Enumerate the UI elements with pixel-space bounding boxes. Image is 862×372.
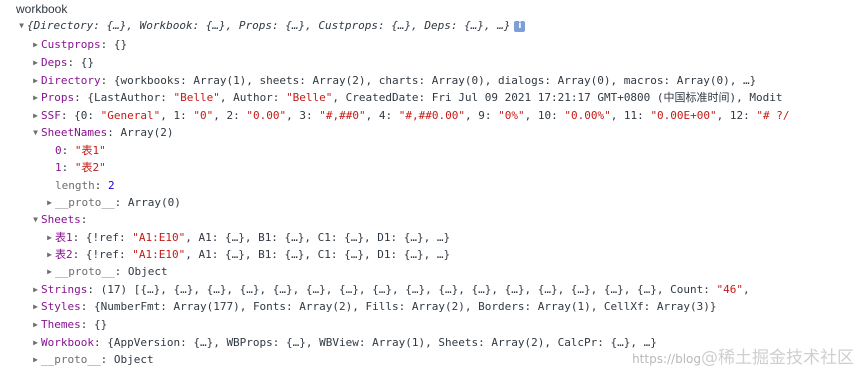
sheetnames-proto[interactable]: ▶ __proto__: Array(0) [44, 194, 181, 211]
collapsed-triangle-icon[interactable]: ▶ [30, 334, 41, 351]
sheetnames-item-1: 1: "表2" [55, 161, 106, 174]
collapsed-triangle-icon[interactable]: ▶ [30, 107, 41, 124]
root-object-row[interactable]: ▼ {Directory: {…}, Workbook: {…}, Props: … [16, 17, 526, 34]
prop-strings[interactable]: ▶ Strings: (17) [{…}, {…}, {…}, {…}, {…},… [30, 281, 750, 298]
collapsed-triangle-icon[interactable]: ▶ [30, 298, 41, 315]
prop-custprops[interactable]: ▶ Custprops: {} [30, 36, 127, 53]
collapsed-triangle-icon[interactable]: ▶ [30, 89, 41, 106]
prop-workbook[interactable]: ▶ Workbook: {AppVersion: {…}, WBProps: {…… [30, 334, 657, 351]
collapsed-triangle-icon[interactable]: ▶ [30, 36, 41, 53]
expanded-triangle-icon[interactable]: ▼ [30, 124, 41, 141]
collapsed-triangle-icon[interactable]: ▶ [44, 263, 55, 280]
prop-ssf[interactable]: ▶ SSF: {0: "General", 1: "0", 2: "0.00", … [30, 107, 789, 124]
collapsed-triangle-icon[interactable]: ▶ [44, 229, 55, 246]
collapsed-triangle-icon[interactable]: ▶ [30, 54, 41, 71]
collapsed-triangle-icon[interactable]: ▶ [44, 246, 55, 263]
expanded-triangle-icon[interactable]: ▼ [16, 17, 27, 34]
prop-themes[interactable]: ▶ Themes: {} [30, 316, 107, 333]
prop-directory[interactable]: ▶ Directory: {workbooks: Array(1), sheets… [30, 72, 756, 89]
expanded-triangle-icon[interactable]: ▼ [30, 211, 41, 228]
log-label: workbook [16, 2, 68, 16]
prop-deps[interactable]: ▶ Deps: {} [30, 54, 94, 71]
sheets-proto[interactable]: ▶ __proto__: Object [44, 263, 168, 280]
sheetnames-length: length: 2 [55, 179, 115, 192]
sheetnames-item-0: 0: "表1" [55, 144, 106, 157]
collapsed-triangle-icon[interactable]: ▶ [30, 351, 41, 368]
prop-proto[interactable]: ▶ __proto__: Object [30, 351, 154, 368]
prop-sheets[interactable]: ▼ Sheets: [30, 211, 87, 228]
prop-sheetnames[interactable]: ▼ SheetNames: Array(2) [30, 124, 173, 141]
info-icon[interactable]: i [514, 20, 526, 32]
watermark: https://blog@稀土掘金技术社区 [632, 348, 854, 368]
prop-styles[interactable]: ▶ Styles: {NumberFmt: Array(177), Fonts: … [30, 298, 716, 315]
collapsed-triangle-icon[interactable]: ▶ [30, 281, 41, 298]
collapsed-triangle-icon[interactable]: ▶ [44, 194, 55, 211]
sheets-item-1[interactable]: ▶ 表1: {!ref: "A1:E10", A1: {…}, B1: {…}, … [44, 229, 450, 246]
collapsed-triangle-icon[interactable]: ▶ [30, 72, 41, 89]
console-output: workbook ▼ {Directory: {…}, Workbook: {…}… [0, 0, 862, 372]
root-object-preview: {Directory: {…}, Workbook: {…}, Props: {… [27, 19, 511, 32]
sheets-item-2[interactable]: ▶ 表2: {!ref: "A1:E10", A1: {…}, B1: {…}, … [44, 246, 450, 263]
collapsed-triangle-icon[interactable]: ▶ [30, 316, 41, 333]
prop-props[interactable]: ▶ Props: {LastAuthor: "Belle", Author: "B… [30, 89, 782, 106]
